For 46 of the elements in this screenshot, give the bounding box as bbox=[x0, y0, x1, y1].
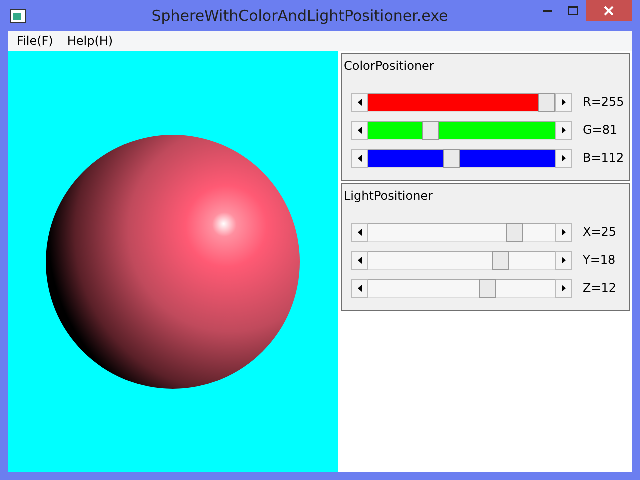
right-arrow-icon bbox=[562, 154, 566, 162]
scroll-right-button[interactable] bbox=[555, 222, 572, 242]
scroll-right-button[interactable] bbox=[555, 278, 572, 298]
scroll-left-button[interactable] bbox=[351, 278, 368, 298]
left-arrow-icon bbox=[358, 126, 362, 134]
right-arrow-icon bbox=[562, 126, 566, 134]
scroll-left-button[interactable] bbox=[351, 250, 368, 270]
right-arrow-icon bbox=[562, 228, 566, 236]
scroll-right-button[interactable] bbox=[555, 148, 572, 168]
scroll-thumb[interactable] bbox=[478, 278, 496, 298]
scroll-left-button[interactable] bbox=[351, 92, 368, 112]
value-label: R=255 bbox=[583, 95, 624, 109]
left-arrow-icon bbox=[358, 98, 362, 106]
scroll-right-button[interactable] bbox=[555, 92, 572, 112]
close-button[interactable] bbox=[586, 0, 632, 21]
left-arrow-icon bbox=[358, 228, 362, 236]
window-title: SphereWithColorAndLightPositioner.exe bbox=[150, 6, 450, 24]
menu-item[interactable]: Help(H) bbox=[60, 34, 120, 48]
scroll-thumb[interactable] bbox=[422, 120, 440, 140]
scroll-thumb[interactable] bbox=[538, 92, 555, 112]
value-label: G=81 bbox=[583, 123, 618, 137]
scroll-left-button[interactable] bbox=[351, 222, 368, 242]
scroll-thumb[interactable] bbox=[442, 148, 460, 168]
scroll-right-button[interactable] bbox=[555, 120, 572, 140]
group-title: ColorPositioner bbox=[344, 59, 436, 73]
scroll-thumb[interactable] bbox=[492, 250, 510, 270]
right-arrow-icon bbox=[562, 256, 566, 264]
close-icon bbox=[604, 6, 614, 16]
scroll-left-button[interactable] bbox=[351, 120, 368, 140]
scroll-left-button[interactable] bbox=[351, 148, 368, 168]
scroll-thumb[interactable] bbox=[506, 222, 523, 242]
minimize-icon bbox=[542, 10, 552, 12]
maximize-icon bbox=[568, 6, 578, 15]
value-label: X=25 bbox=[583, 225, 617, 239]
app-icon bbox=[10, 8, 26, 22]
right-arrow-icon bbox=[562, 284, 566, 292]
scroll-right-button[interactable] bbox=[555, 250, 572, 270]
right-arrow-icon bbox=[562, 98, 566, 106]
menu-item[interactable]: File(F) bbox=[10, 34, 60, 48]
left-arrow-icon bbox=[358, 154, 362, 162]
value-label: B=112 bbox=[583, 151, 624, 165]
left-arrow-icon bbox=[358, 256, 362, 264]
left-arrow-icon bbox=[358, 284, 362, 292]
value-label: Y=18 bbox=[583, 253, 616, 267]
group-title: LightPositioner bbox=[344, 189, 434, 203]
value-label: Z=12 bbox=[583, 281, 617, 295]
